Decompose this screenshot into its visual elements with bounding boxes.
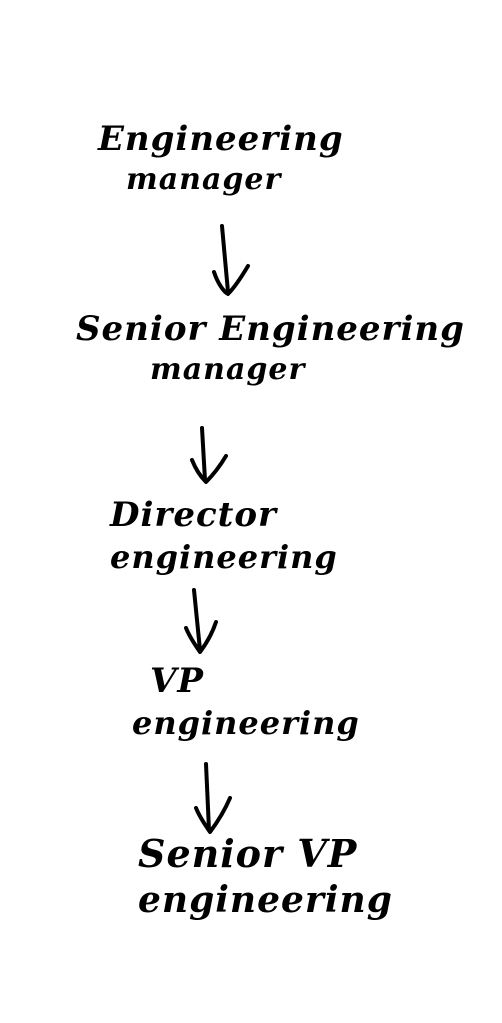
node-director-engineering: Director engineering xyxy=(110,494,338,577)
node-label-line: Senior Engineering xyxy=(76,309,465,349)
node-label-line: Senior VP xyxy=(138,831,358,876)
node-vp-engineering: VP engineering xyxy=(132,660,360,743)
arrow-head xyxy=(184,620,218,654)
arrow-senior-engineering-manager-to-director-engineering xyxy=(190,426,228,484)
node-senior-vp-engineering: Senior VP engineering xyxy=(138,830,393,923)
node-label-line: engineering xyxy=(138,878,393,921)
arrow-head xyxy=(190,454,228,484)
arrow-director-engineering-to-vp-engineering xyxy=(184,588,218,654)
arrow-engineering-manager-to-senior-engineering-manager xyxy=(212,224,250,296)
arrow-shaft xyxy=(192,588,202,652)
arrow-shaft xyxy=(200,426,207,482)
node-label-line: VP xyxy=(150,661,204,701)
node-engineering-manager: Engineering manager xyxy=(98,118,344,198)
node-label-line: manager xyxy=(126,161,282,197)
node-label-line: engineering xyxy=(110,537,338,576)
arrow-shaft xyxy=(204,762,211,832)
arrow-head xyxy=(212,264,250,296)
arrow-head xyxy=(194,796,232,834)
diagram-canvas: Engineering manager Senior Engineering m… xyxy=(0,0,502,1023)
node-label-line: engineering xyxy=(132,703,360,742)
node-label-line: Director xyxy=(110,495,277,535)
arrow-shaft xyxy=(220,224,230,294)
node-label-line: Engineering xyxy=(98,119,344,159)
node-label-line: manager xyxy=(150,351,306,387)
arrow-vp-engineering-to-senior-vp-engineering xyxy=(194,762,232,834)
node-senior-engineering-manager: Senior Engineering manager xyxy=(76,308,465,388)
